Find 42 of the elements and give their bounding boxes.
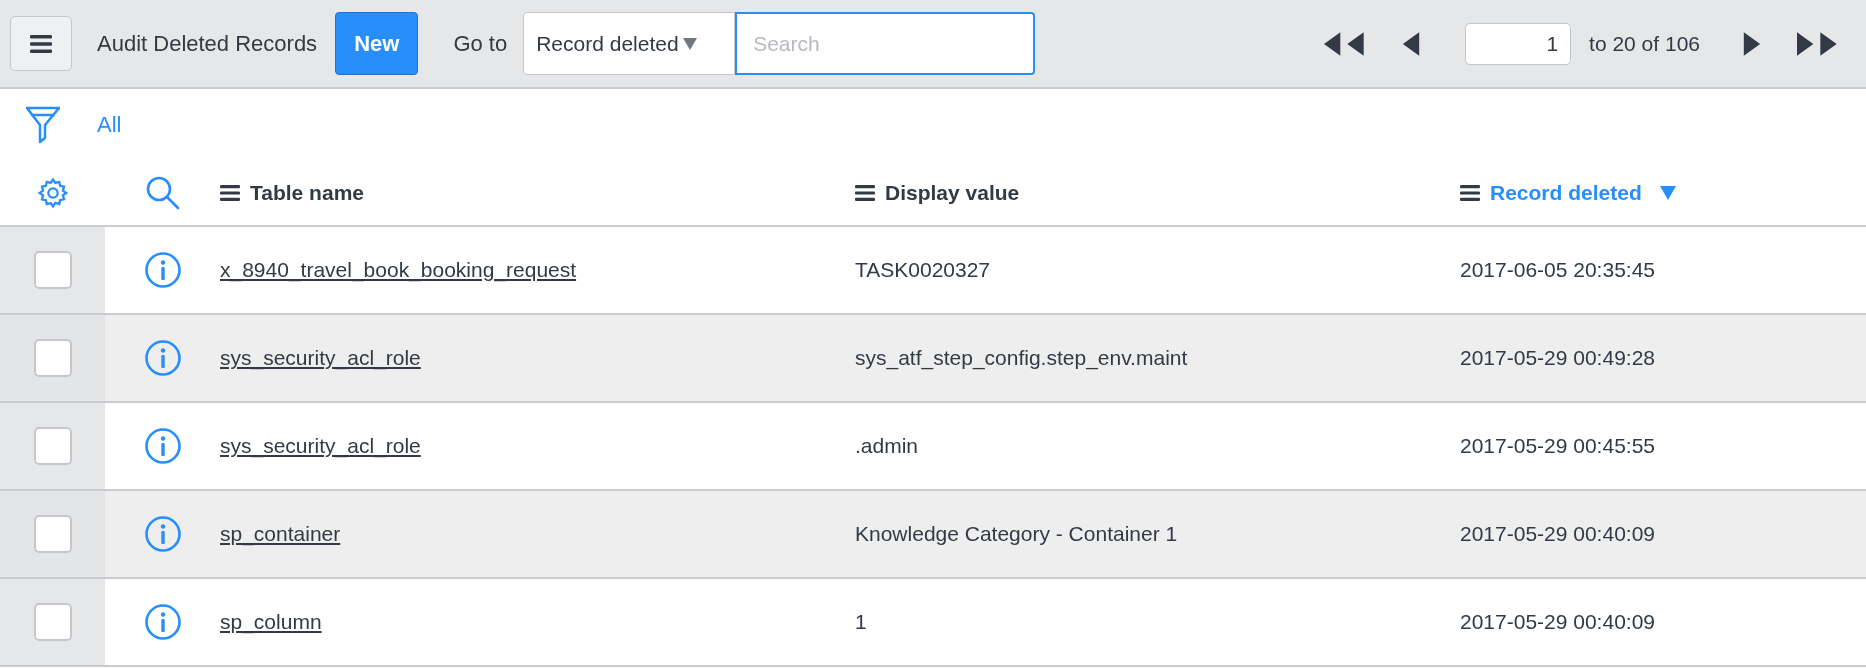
table-cell: .admin <box>855 434 919 458</box>
table-name-link[interactable]: x_8940_travel_book_booking_request <box>220 258 577 282</box>
column-header[interactable]: Table name <box>250 176 364 209</box>
goto-field-select[interactable]: Record deleted <box>523 12 736 75</box>
table-cell: 1 <box>855 610 867 634</box>
column-header[interactable]: Display value <box>885 176 1020 209</box>
table-name-link[interactable]: sp_container <box>220 522 341 546</box>
column-menu-icon[interactable] <box>1460 184 1480 201</box>
menu-button[interactable] <box>10 16 72 71</box>
row-checkbox[interactable] <box>33 339 72 377</box>
info-icon[interactable] <box>143 603 182 641</box>
row-checkbox[interactable] <box>33 251 72 289</box>
info-icon[interactable] <box>143 251 182 289</box>
column-menu-icon[interactable] <box>220 184 240 201</box>
info-icon[interactable] <box>143 515 182 553</box>
row-checkbox[interactable] <box>33 427 72 465</box>
table-name-link[interactable]: sp_column <box>220 610 322 634</box>
info-icon[interactable] <box>143 339 182 377</box>
caret-icon <box>682 37 697 50</box>
page-number-field[interactable]: 1 <box>1465 22 1572 65</box>
table-cell: 2017-06-05 20:35:45 <box>1460 258 1655 282</box>
menu-icon <box>30 34 52 53</box>
table-cell: TASK0020327 <box>855 258 991 282</box>
info-icon[interactable] <box>143 427 182 465</box>
row-checkbox[interactable] <box>33 515 72 553</box>
settings-icon[interactable] <box>35 175 70 210</box>
table-cell: Knowledge Category - Container 1 <box>855 522 1178 546</box>
table-name-link[interactable]: sys_security_acl_role <box>220 434 421 458</box>
table-cell: 2017-05-29 00:49:28 <box>1460 346 1655 370</box>
page-range-text: to 20 of 106 <box>1589 30 1700 57</box>
search-field[interactable]: Search <box>735 12 1036 75</box>
page-title: Audit Deleted Records <box>97 30 318 58</box>
table-cell: 2017-05-29 00:40:09 <box>1460 522 1655 546</box>
goto-label: Go to <box>453 30 508 58</box>
search-icon[interactable] <box>144 174 181 211</box>
table-cell: 2017-05-29 00:40:09 <box>1460 610 1655 634</box>
table-name-link[interactable]: sys_security_acl_role <box>220 346 421 370</box>
table-cell: 2017-05-29 00:45:55 <box>1460 434 1655 458</box>
column-menu-icon[interactable] <box>855 184 875 201</box>
table-cell: sys_atf_step_config.step_env.maint <box>855 346 1188 370</box>
filter-icon[interactable] <box>24 104 62 145</box>
row-checkbox[interactable] <box>33 603 72 641</box>
